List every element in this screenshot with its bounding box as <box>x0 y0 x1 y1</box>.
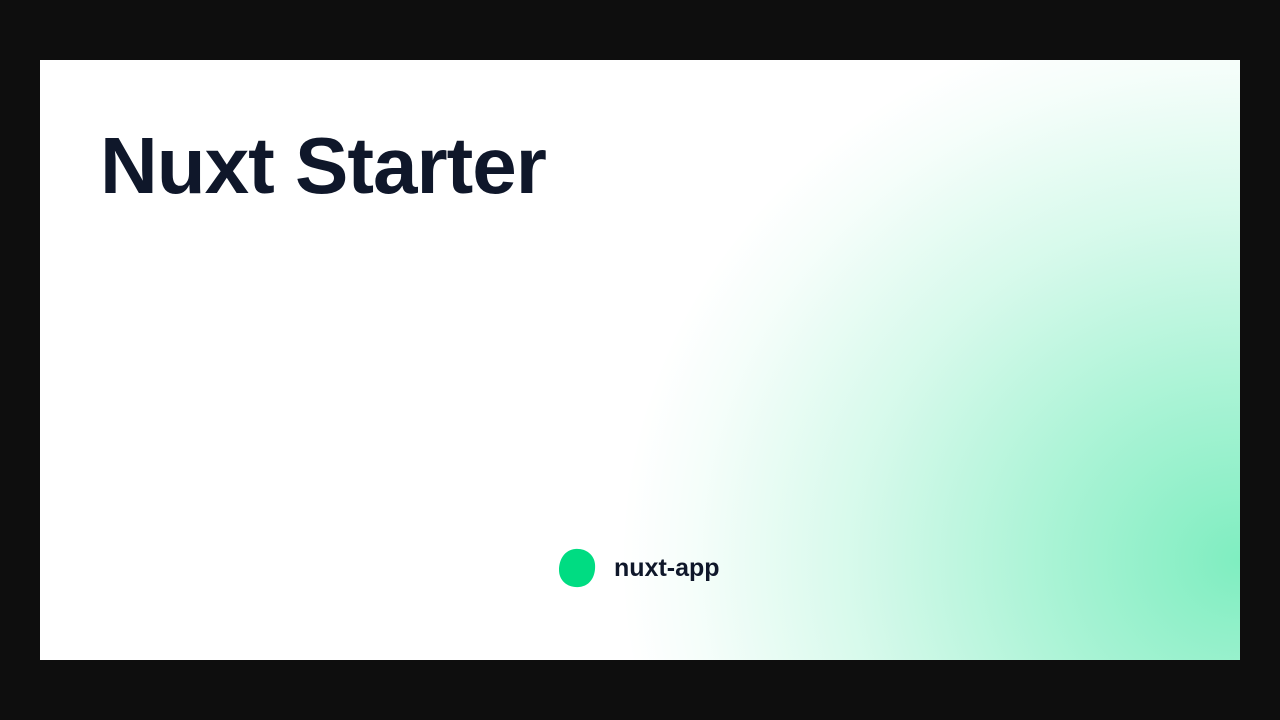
og-card: Nuxt Starter nuxt-app <box>40 60 1240 660</box>
brand-row: nuxt-app <box>558 546 720 590</box>
brand-name: nuxt-app <box>614 554 720 582</box>
green-blob-icon <box>558 548 596 588</box>
outer-frame: Nuxt Starter nuxt-app <box>0 0 1280 720</box>
page-title: Nuxt Starter <box>100 121 547 210</box>
